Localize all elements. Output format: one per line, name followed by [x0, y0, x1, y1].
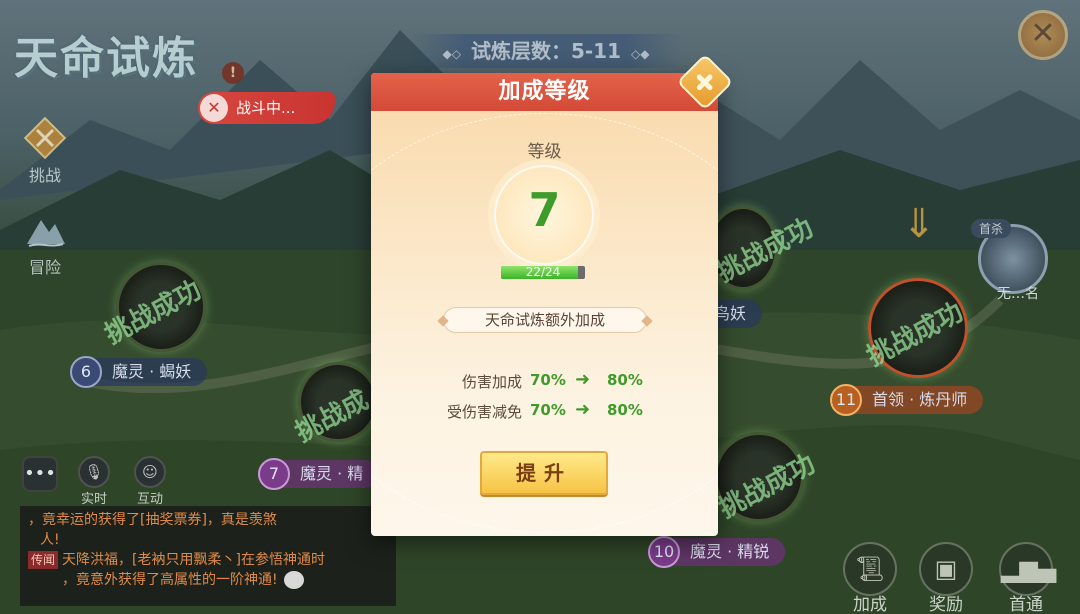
floor-label: 试炼层数：5-11: [470, 39, 622, 63]
arrow-down-icon: ⇓: [902, 201, 936, 247]
diamond-icon: ◇◆: [631, 47, 650, 61]
emoji-icon: [283, 571, 304, 589]
stage-name: 魔灵 · 精: [300, 464, 364, 483]
game-title: 天命试炼: [14, 33, 198, 84]
warning-icon[interactable]: !: [222, 62, 244, 84]
stage-nameplate: 11 首领 · 炼丹师: [830, 384, 984, 416]
arrow-right-icon: ➜: [575, 369, 591, 390]
mountain-icon: [27, 220, 65, 247]
first-kill-badge: 首杀: [971, 219, 1012, 238]
realtime-voice-button[interactable]: 🎙︎ 实时: [78, 456, 110, 507]
dialog-title: 加成等级: [371, 73, 718, 111]
scroll-icon: 📜︎: [843, 542, 897, 596]
chat-message: 人!: [40, 532, 60, 548]
stage-name: 魔灵 · 精锐: [690, 542, 770, 561]
rumor-tag: 传闻: [28, 551, 59, 569]
level-value: 7: [528, 183, 561, 237]
smiley-icon: ☺: [134, 456, 166, 488]
bottom-button-label: 首通: [1009, 595, 1043, 614]
reward-button[interactable]: ▣ 奖励: [916, 542, 976, 614]
microphone-icon: 🎙︎: [78, 456, 110, 488]
stat-next-value: 80%: [607, 371, 643, 389]
chest-icon: ▣: [919, 542, 973, 596]
stage-nameplate: 7 魔灵 · 精: [258, 458, 380, 490]
stat-name: 伤害加成: [461, 373, 522, 391]
stage-number: 10: [648, 536, 680, 568]
trial-floor-indicator: ◆◇ 试炼层数：5-11 ◇◆: [410, 34, 682, 68]
chat-button[interactable]: •••: [22, 456, 58, 492]
stat-next-value: 80%: [607, 401, 643, 419]
battle-status-label: 战斗中...: [236, 99, 296, 117]
diamond-icon: ◆◇: [442, 47, 461, 61]
close-screen-button[interactable]: ✕: [1018, 10, 1068, 60]
chat-icon: •••: [22, 456, 58, 492]
first-kill-player-name: 无…名: [997, 286, 1039, 302]
interact-button[interactable]: ☺ 互动: [134, 456, 166, 507]
chat-button-label: 实时: [80, 492, 107, 507]
stage-name: 魔灵 · 蝎妖: [112, 362, 192, 381]
stat-row-damage-reduction: 受伤害减免 70% ➜ 80%: [371, 399, 718, 423]
bonus-level-dialog: 加成等级 等级 7 22/24 天命试炼额外加成 伤害加成 70% ➜ 80% …: [371, 73, 718, 536]
stage-number: 7: [258, 458, 290, 490]
arrow-right-icon: ➜: [575, 399, 591, 420]
stage-number: 11: [830, 384, 862, 416]
level-label: 等级: [527, 142, 562, 162]
stage-number: 6: [70, 356, 102, 388]
crossed-swords-icon: [23, 116, 67, 160]
stage-nameplate: 6 魔灵 · 蝎妖: [70, 356, 208, 388]
stat-row-damage-bonus: 伤害加成 70% ➜ 80%: [371, 369, 718, 393]
bottom-button-label: 加成: [853, 595, 887, 614]
stat-current-value: 70%: [530, 371, 566, 389]
side-menu-challenge[interactable]: 挑战: [18, 116, 72, 186]
first-clear-button[interactable]: ▂▆▄ 首通: [996, 542, 1056, 614]
chat-message: ，竟幸运的获得了[抽奖票券]，真是羡煞: [28, 512, 277, 528]
side-menu-adventure[interactable]: 冒险: [18, 208, 72, 278]
chat-message-box[interactable]: ，竟幸运的获得了[抽奖票券]，真是羡煞 人! 传闻 天降洪福，[老衲只用飘柔丶]在…: [20, 506, 396, 606]
bonus-button[interactable]: 📜︎ 加成: [840, 542, 900, 614]
stage-name: 鸟妖: [714, 304, 747, 323]
side-menu-label: 挑战: [28, 166, 61, 185]
bonus-section-title: 天命试炼额外加成: [443, 307, 647, 333]
chat-message: ，竟意外获得了高属性的一阶神通!: [28, 570, 388, 590]
first-kill-avatar[interactable]: 首杀 无…名: [971, 219, 1048, 302]
chat-button-label: 互动: [136, 492, 163, 507]
crossed-swords-icon: ✕: [200, 94, 228, 122]
upgrade-button[interactable]: 提升: [480, 451, 608, 495]
stat-current-value: 70%: [530, 401, 566, 419]
podium-icon: ▂▆▄: [999, 542, 1056, 596]
stat-name: 受伤害减免: [446, 403, 522, 421]
stage-nameplate: 10 魔灵 · 精锐: [648, 536, 786, 568]
stage-name: 首领 · 炼丹师: [872, 390, 968, 409]
chat-message: 传闻 天降洪福，[老衲只用飘柔丶]在参悟神通时: [28, 550, 388, 570]
side-menu-label: 冒险: [28, 258, 61, 277]
xp-progress-text: 22/24: [525, 265, 561, 279]
battle-status-tag[interactable]: ✕ 战斗中...: [198, 92, 336, 124]
bottom-button-label: 奖励: [929, 595, 963, 614]
